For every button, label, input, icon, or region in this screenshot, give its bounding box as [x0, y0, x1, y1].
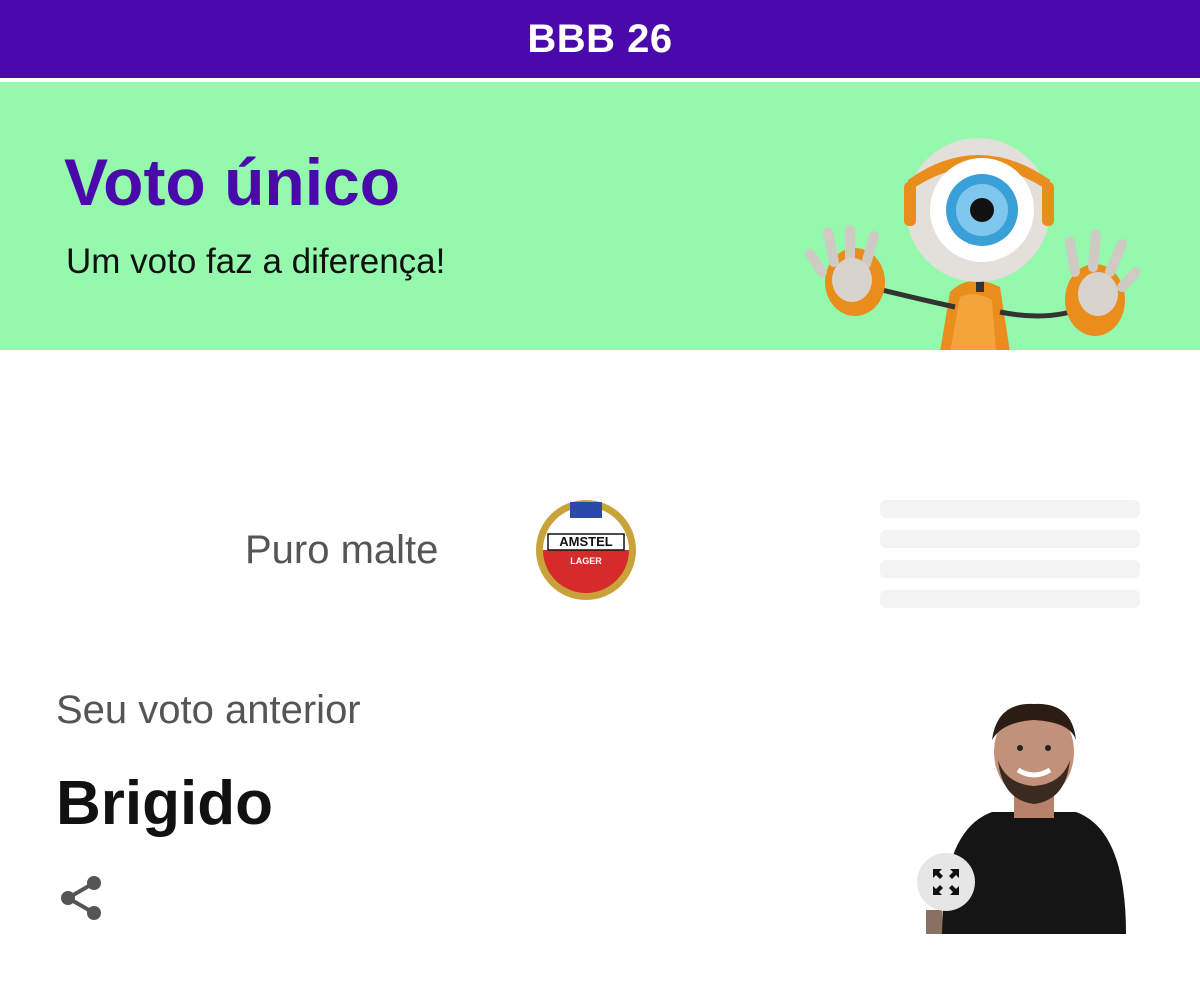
page-title: BBB 26	[527, 16, 673, 61]
svg-text:LAGER: LAGER	[570, 556, 602, 566]
banner-subtitle: Um voto faz a diferença!	[66, 242, 446, 281]
banner-title: Voto único	[64, 145, 401, 219]
previous-vote-name: Brigido	[56, 769, 273, 838]
top-bar: BBB 26	[0, 0, 1200, 78]
voting-banner: Voto único Um voto faz a diferença!	[0, 82, 1200, 350]
amstel-logo-icon: AMSTEL LAGER	[536, 500, 636, 600]
big-eye-mascot-icon	[805, 138, 1140, 350]
expand-icon	[933, 869, 959, 895]
share-icon[interactable]	[58, 874, 106, 922]
previous-vote-label: Seu voto anterior	[56, 688, 361, 732]
sponsor-tagline: Puro malte	[245, 528, 439, 572]
expand-photo-button[interactable]	[917, 853, 975, 911]
svg-text:AMSTEL: AMSTEL	[559, 534, 613, 549]
faded-sponsor-graphic	[880, 500, 1140, 608]
